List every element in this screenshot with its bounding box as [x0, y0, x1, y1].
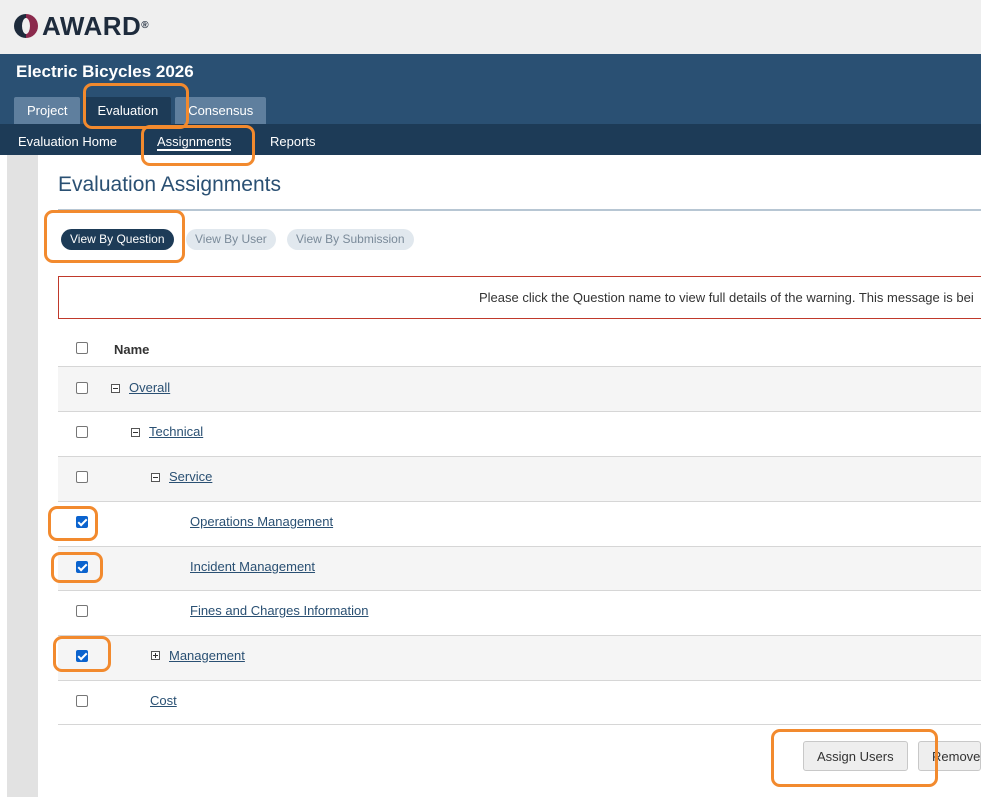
tab-evaluation[interactable]: Evaluation [84, 97, 172, 124]
top-bar: AWARD® [0, 0, 981, 54]
collapse-icon[interactable] [151, 473, 160, 482]
question-link-service[interactable]: Service [169, 469, 212, 484]
row-checkbox[interactable] [76, 605, 88, 617]
table-row: Management [58, 635, 981, 680]
view-by-user-button[interactable]: View By User [186, 229, 276, 250]
question-link-fines-and-charges[interactable]: Fines and Charges Information [190, 603, 368, 618]
question-link-operations-management[interactable]: Operations Management [190, 514, 333, 529]
table-row: Operations Management [58, 501, 981, 546]
assign-users-button[interactable]: Assign Users [803, 741, 908, 771]
project-title: Electric Bicycles 2026 [16, 62, 194, 81]
row-checkbox[interactable] [76, 471, 88, 483]
table-row: Overall [58, 366, 981, 411]
table-row: Fines and Charges Information [58, 590, 981, 635]
select-all-checkbox[interactable] [76, 342, 88, 354]
question-link-overall[interactable]: Overall [129, 380, 170, 395]
row-checkbox-checked[interactable] [76, 650, 88, 662]
table-row: Technical [58, 411, 981, 456]
title-divider [58, 209, 981, 211]
logo-text: AWARD® [42, 11, 150, 41]
question-link-management[interactable]: Management [169, 648, 245, 663]
warning-text: Please click the Question name to view f… [479, 290, 974, 305]
left-gutter [7, 155, 38, 797]
tab-project[interactable]: Project [14, 97, 81, 124]
view-by-question-button[interactable]: View By Question [61, 229, 174, 250]
sub-navigation: Evaluation Home Assignments Reports [0, 124, 981, 155]
remove-button[interactable]: Remove [918, 741, 981, 771]
view-by-submission-button[interactable]: View By Submission [287, 229, 414, 250]
table-row: Service [58, 456, 981, 501]
table-row: Cost [58, 680, 981, 725]
question-link-cost[interactable]: Cost [150, 693, 177, 708]
tab-consensus[interactable]: Consensus [175, 97, 267, 124]
subnav-evaluation-home[interactable]: Evaluation Home [18, 124, 117, 155]
warning-message: Please click the Question name to view f… [58, 276, 981, 319]
subnav-reports[interactable]: Reports [270, 124, 316, 155]
column-header-name: Name [114, 342, 150, 357]
collapse-icon[interactable] [111, 384, 120, 393]
row-checkbox[interactable] [76, 695, 88, 707]
row-checkbox-checked[interactable] [76, 561, 88, 573]
award-logo[interactable]: AWARD® [14, 12, 149, 40]
project-header: Electric Bicycles 2026 Project Evaluatio… [0, 54, 981, 124]
page-title: Evaluation Assignments [58, 173, 281, 196]
subnav-assignments[interactable]: Assignments [157, 124, 232, 155]
award-logo-icon [14, 14, 38, 38]
table-header-row: Name [58, 330, 981, 367]
expand-icon[interactable] [151, 651, 160, 660]
question-link-technical[interactable]: Technical [149, 424, 203, 439]
row-checkbox[interactable] [76, 382, 88, 394]
collapse-icon[interactable] [131, 428, 140, 437]
question-link-incident-management[interactable]: Incident Management [190, 559, 315, 574]
table-row: Incident Management [58, 546, 981, 591]
row-checkbox-checked[interactable] [76, 516, 88, 528]
main-tabs: Project Evaluation Consensus [14, 97, 270, 124]
row-checkbox[interactable] [76, 426, 88, 438]
